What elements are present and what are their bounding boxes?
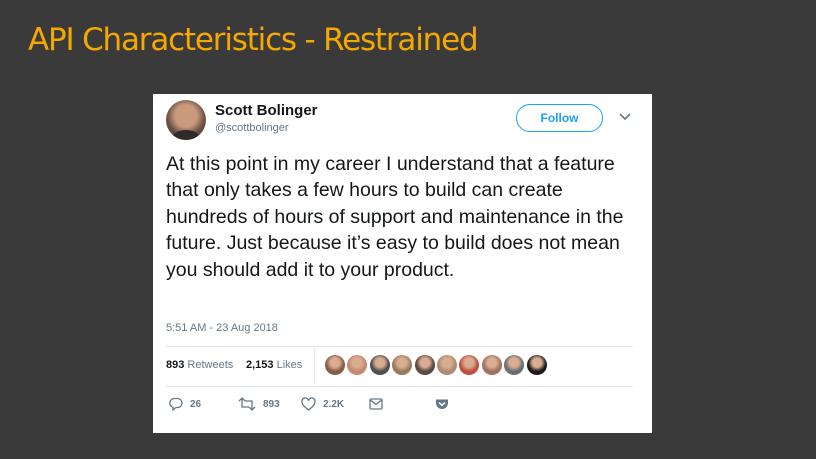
liker-avatar[interactable] [504,355,525,375]
stats-separator [314,348,315,384]
direct-message-button[interactable] [369,394,383,414]
user-name[interactable]: Scott Bolinger [215,102,318,119]
reply-icon [169,397,183,411]
chevron-down-icon[interactable] [619,112,631,122]
pocket-button[interactable] [435,394,449,414]
tweet-card: Scott Bolinger @scottbolinger Follow At … [153,94,652,433]
avatar[interactable] [166,100,206,140]
retweet-icon [238,397,256,411]
retweets-count: 893 [166,359,185,371]
retweets-stat[interactable]: 893 Retweets [166,359,233,371]
tweet-text: At this point in my career I understand … [166,153,624,281]
reply-count: 26 [190,398,202,410]
liker-avatar[interactable] [526,355,547,375]
user-handle[interactable]: @scottbolinger [215,122,289,134]
tweet-timestamp[interactable]: 5:51 AM - 23 Aug 2018 [166,322,278,334]
liker-avatar[interactable] [347,355,368,375]
retweet-count: 893 [263,398,280,410]
slide-title: API Characteristics - Restrained [28,22,479,58]
liker-avatar[interactable] [481,355,502,375]
likes-count: 2,153 [246,359,274,371]
reply-button[interactable]: 26 [169,394,201,414]
liker-avatar[interactable] [325,355,345,375]
divider [166,386,633,387]
liker-avatar[interactable] [392,355,413,375]
liker-avatar[interactable] [436,355,457,375]
liker-avatar[interactable] [414,355,435,375]
divider [166,346,633,347]
retweet-button[interactable]: 893 [238,394,280,414]
likes-stat[interactable]: 2,153 Likes [246,359,302,371]
heart-icon [301,397,316,411]
liker-avatar[interactable] [369,355,390,375]
follow-button[interactable]: Follow [516,104,603,132]
like-count: 2.2K [323,398,345,410]
likes-label: Likes [276,359,303,371]
liker-avatars [325,355,549,375]
liker-avatar[interactable] [459,355,480,375]
retweets-label: Retweets [187,359,234,371]
envelope-icon [369,398,383,410]
like-button[interactable]: 2.2K [301,394,344,414]
pocket-icon [436,399,448,409]
